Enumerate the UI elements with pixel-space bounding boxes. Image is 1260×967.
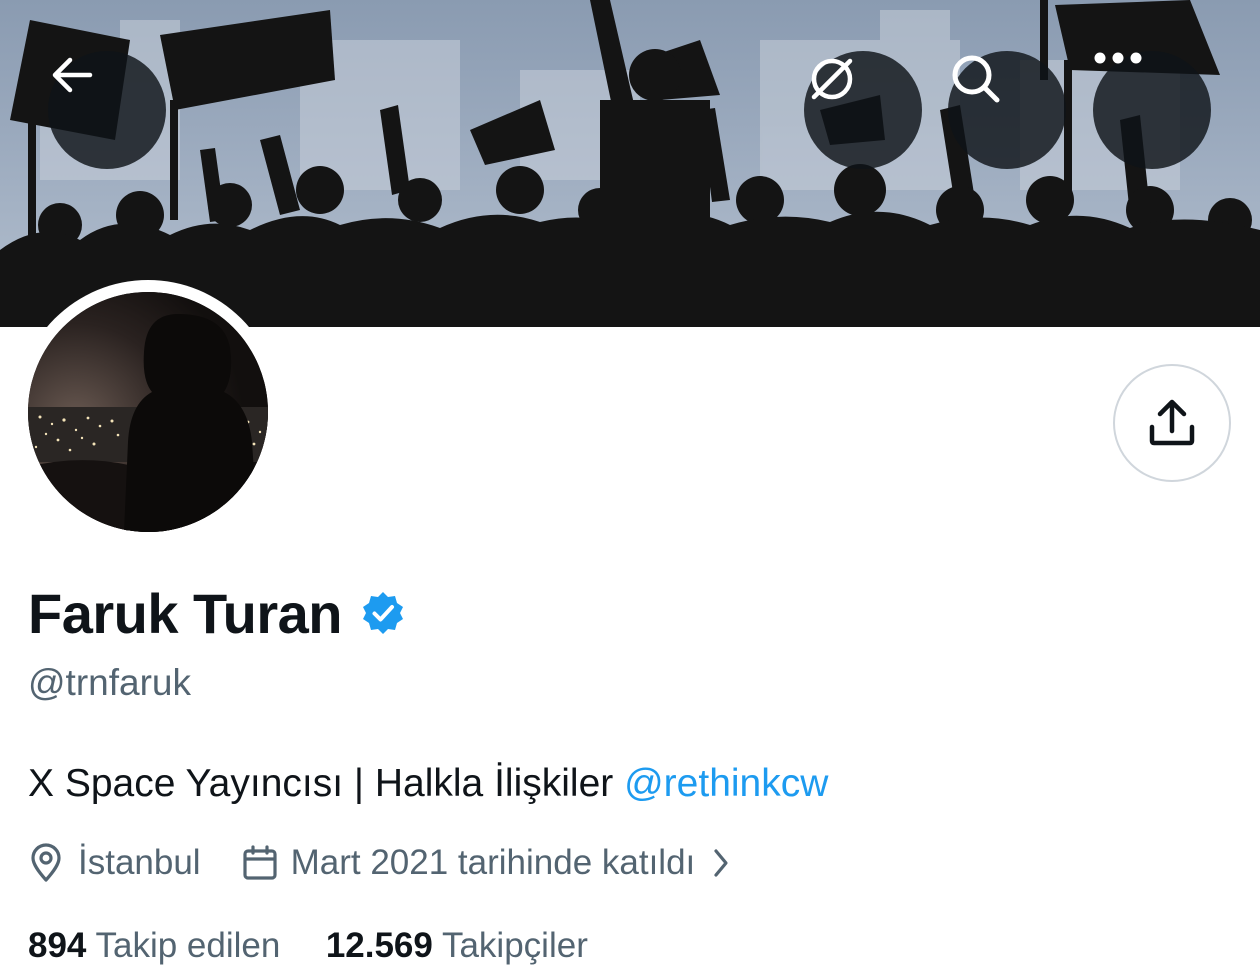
grok-button[interactable]: [804, 51, 922, 169]
share-icon: [1149, 399, 1195, 446]
profile-banner[interactable]: [0, 0, 1260, 327]
location-pin-icon: [31, 843, 61, 882]
following-label: Takip edilen: [95, 926, 281, 965]
followers-count: 12.569: [325, 926, 433, 965]
location-item: İstanbul: [28, 843, 201, 883]
profile-name: Faruk Turan: [28, 581, 342, 645]
arrow-left-icon: [52, 57, 93, 93]
profile-handle: @trnfaruk: [28, 662, 191, 703]
following-link[interactable]: 894 Takip edilen: [28, 926, 280, 965]
bio-text: X Space Yayıncısı | Halkla İlişkiler: [28, 762, 625, 805]
joined-text: Mart 2021 tarihinde katıldı: [290, 843, 696, 882]
share-profile-button[interactable]: [1113, 364, 1231, 482]
search-icon: [952, 55, 1000, 103]
verified-badge-icon[interactable]: [360, 590, 406, 636]
following-count: 894: [28, 926, 87, 965]
followers-link[interactable]: 12.569 Takipçiler: [326, 926, 588, 965]
joined-item[interactable]: Mart 2021 tarihinde katıldı: [241, 843, 732, 883]
followers-label: Takipçiler: [441, 926, 588, 965]
back-button[interactable]: [48, 51, 166, 169]
more-options-button[interactable]: [1093, 51, 1211, 169]
profile-name-row: Faruk Turan: [28, 578, 406, 648]
profile-meta: İstanbul Mart 2021 tarihinde katıldı: [28, 838, 731, 888]
profile-bio: X Space Yayıncısı | Halkla İlişkiler @re…: [28, 762, 828, 806]
bio-mention-link[interactable]: @rethinkcw: [624, 762, 828, 805]
grok-icon: [811, 58, 853, 100]
more-icon: [1094, 52, 1142, 64]
avatar-image: [28, 292, 268, 532]
search-button[interactable]: [948, 51, 1066, 169]
calendar-icon: [242, 845, 277, 880]
avatar[interactable]: [28, 292, 268, 532]
location-text: İstanbul: [78, 843, 201, 882]
chevron-right-icon: [714, 849, 728, 877]
banner-image: [0, 0, 1260, 327]
profile-stats: 894 Takip edilen 12.569 Takipçiler: [28, 926, 588, 966]
